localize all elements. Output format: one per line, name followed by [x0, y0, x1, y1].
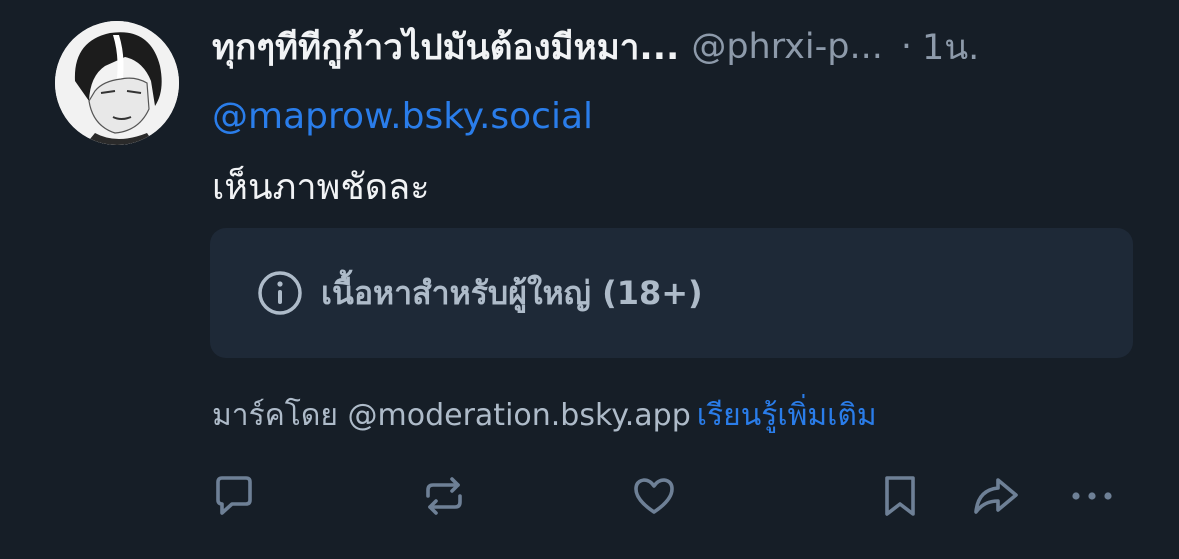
more-button[interactable] [1068, 472, 1116, 520]
more-icon [1072, 492, 1112, 500]
post-header: ทุกๆทีทีกูก้าวไปมันต้องมีหมา... @phrxi-p… [212, 22, 1142, 72]
heart-icon [634, 478, 674, 514]
handle[interactable]: @phrxi-p... [691, 27, 883, 67]
bookmark-icon [885, 476, 915, 516]
bookmark-button[interactable] [876, 472, 924, 520]
moderation-note: มาร์คโดย @moderation.bsky.app เรียนรู้เพิ… [212, 392, 877, 439]
like-button[interactable] [630, 472, 678, 520]
labeled-by-text: มาร์คโดย @moderation.bsky.app [212, 398, 691, 433]
avatar[interactable] [55, 21, 179, 145]
reply-button[interactable] [210, 472, 258, 520]
separator-dot: · [900, 27, 912, 67]
mention-link[interactable]: @maprow.bsky.social [212, 96, 593, 137]
repost-icon [426, 477, 462, 515]
repost-button[interactable] [420, 472, 468, 520]
post-time[interactable]: 1น. [922, 22, 979, 72]
share-icon [974, 478, 1018, 514]
avatar-image [55, 21, 179, 145]
content-warning-button[interactable]: เนื้อหาสำหรับผู้ใหญ่ (18+) [210, 228, 1133, 358]
share-button[interactable] [972, 472, 1020, 520]
info-icon [258, 271, 302, 315]
display-name[interactable]: ทุกๆทีทีกูก้าวไปมันต้องมีหมา... [212, 22, 679, 72]
post-text: เห็นภาพชัดละ [212, 167, 430, 208]
reply-icon [216, 476, 252, 515]
learn-more-link[interactable]: เรียนรู้เพิ่มเติม [697, 398, 877, 433]
content-warning-label: เนื้อหาสำหรับผู้ใหญ่ (18+) [321, 273, 703, 312]
